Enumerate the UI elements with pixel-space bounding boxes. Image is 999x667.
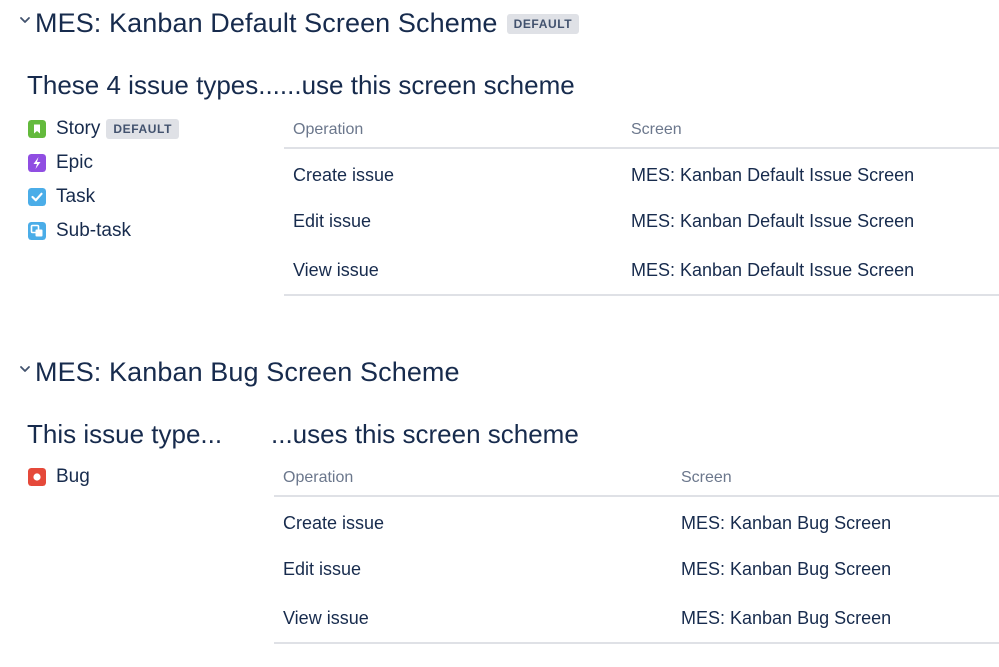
issue-type-list: Bug [28, 460, 90, 494]
table-row: Create issue MES: Kanban Default Issue S… [284, 148, 999, 197]
column-header-operation: Operation [284, 112, 622, 149]
scheme-header-default[interactable]: MES: Kanban Default Screen Scheme DEFAUL… [18, 8, 580, 39]
scheme-title: MES: Kanban Default Screen Scheme [35, 8, 498, 38]
chevron-down-icon[interactable] [18, 13, 32, 27]
scheme-title: MES: Kanban Bug Screen Scheme [35, 357, 460, 387]
table-row: View issue MES: Kanban Default Issue Scr… [284, 246, 999, 296]
task-icon [28, 188, 46, 206]
issue-type-label: Task [56, 186, 96, 207]
operation-cell: View issue [284, 246, 622, 296]
issue-type-label: Epic [56, 152, 93, 173]
subtask-icon [28, 222, 46, 240]
operation-cell: View issue [274, 594, 672, 644]
column-header-screen: Screen [622, 112, 999, 149]
table-row: Edit issue MES: Kanban Default Issue Scr… [284, 197, 999, 246]
table-row: View issue MES: Kanban Bug Screen [274, 594, 999, 644]
chevron-down-icon[interactable] [18, 362, 32, 376]
screen-cell[interactable]: MES: Kanban Default Issue Screen [622, 197, 999, 246]
table-header-row: Operation Screen [284, 112, 999, 149]
issue-types-heading: This issue type... [27, 419, 223, 449]
epic-icon [28, 154, 46, 172]
table-header-row: Operation Screen [274, 460, 999, 497]
issue-type-subtask: Sub-task [28, 214, 179, 248]
operation-cell: Create issue [283, 512, 385, 533]
issue-type-list: Story DEFAULT Epic Task Sub-task [28, 112, 179, 248]
default-badge: DEFAULT [506, 13, 580, 34]
operation-cell: Edit issue [293, 211, 372, 231]
table-row: Create issue MES: Kanban Bug Screen [274, 496, 999, 545]
table-row: Edit issue MES: Kanban Bug Screen [274, 545, 999, 594]
operation-cell: Edit issue [283, 559, 362, 579]
scheme-header-bug[interactable]: MES: Kanban Bug Screen Scheme [18, 357, 460, 388]
screen-cell[interactable]: MES: Kanban Default Issue Screen [622, 148, 999, 197]
issue-type-label: Story [56, 118, 101, 139]
operations-table: Operation Screen Create issue MES: Kanba… [284, 112, 999, 296]
issue-type-bug: Bug [28, 460, 90, 494]
issue-type-epic: Epic [28, 146, 179, 180]
operation-cell: Create issue [293, 164, 395, 185]
uses-scheme-heading: ...uses this screen scheme [271, 419, 579, 449]
screen-cell[interactable]: MES: Kanban Default Issue Screen [622, 246, 999, 296]
screen-cell[interactable]: MES: Kanban Bug Screen [672, 545, 999, 594]
column-header-screen: Screen [672, 460, 999, 497]
screen-cell[interactable]: MES: Kanban Bug Screen [672, 594, 999, 644]
screen-cell[interactable]: MES: Kanban Bug Screen [672, 496, 999, 545]
story-icon [28, 120, 46, 138]
column-header-operation: Operation [274, 460, 672, 497]
issue-type-task: Task [28, 180, 179, 214]
operations-table: Operation Screen Create issue MES: Kanba… [274, 460, 999, 644]
issue-type-story: Story DEFAULT [28, 112, 179, 146]
issue-type-label: Sub-task [56, 220, 131, 241]
bug-icon [28, 468, 46, 486]
issue-types-heading: These 4 issue types......use this screen… [27, 70, 575, 100]
issue-type-label: Bug [56, 466, 90, 487]
default-badge: DEFAULT [106, 119, 179, 139]
